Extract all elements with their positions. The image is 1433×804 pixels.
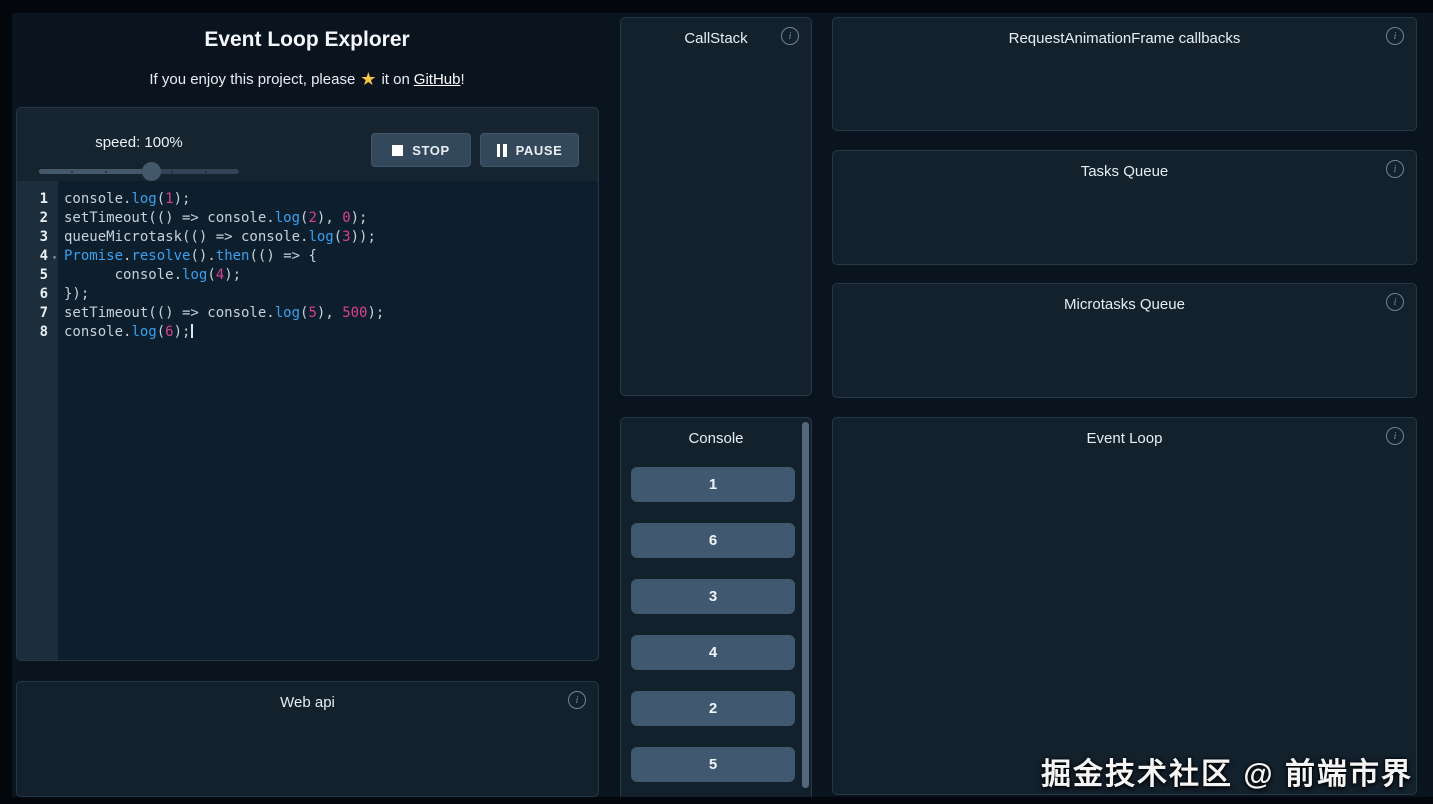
info-icon[interactable]: i <box>1386 427 1404 445</box>
subtitle-prefix: If you enjoy this project, please <box>149 71 355 88</box>
slider-tick <box>105 171 107 173</box>
fold-arrow-icon[interactable]: ▾ <box>52 248 57 267</box>
text-caret <box>191 324 193 338</box>
header: Event Loop Explorer If you enjoy this pr… <box>14 28 600 90</box>
slider-tick <box>171 171 173 173</box>
window-edge-bottom <box>0 797 1433 804</box>
code-line: 1console.log(1); <box>17 190 598 209</box>
subtitle-suffix: ! <box>460 71 464 88</box>
line-number: 6 <box>17 285 58 304</box>
subtitle-mid: it on <box>381 71 409 88</box>
code-line: 2setTimeout(() => console.log(2), 0); <box>17 209 598 228</box>
console-log-item: 5 <box>631 747 795 782</box>
raf-panel: RequestAnimationFrame callbacks i <box>832 17 1417 131</box>
subtitle: If you enjoy this project, please ★ it on G… <box>14 69 600 90</box>
pause-icon <box>497 144 507 157</box>
code-line: 6}); <box>17 285 598 304</box>
code-editor[interactable]: 1console.log(1);2setTimeout(() => consol… <box>17 181 598 660</box>
line-number: 3 <box>17 228 58 247</box>
console-log-item: 2 <box>631 691 795 726</box>
stop-button-label: STOP <box>412 143 450 158</box>
raf-title: RequestAnimationFrame callbacks <box>833 18 1416 47</box>
stop-button[interactable]: STOP <box>371 133 471 167</box>
code-line: 8console.log(6); <box>17 323 598 342</box>
console-log-item: 6 <box>631 523 795 558</box>
eventloop-diagram <box>833 418 1416 794</box>
code-lines: 1console.log(1);2setTimeout(() => consol… <box>17 190 598 342</box>
code-line: 5 console.log(4); <box>17 266 598 285</box>
line-number: 5 <box>17 266 58 285</box>
info-icon[interactable]: i <box>781 27 799 45</box>
code-line: 4▾Promise.resolve().then(() => { <box>17 247 598 266</box>
code-line: 3queueMicrotask(() => console.log(3)); <box>17 228 598 247</box>
line-number: 8 <box>17 323 58 342</box>
webapi-panel: Web api i <box>16 681 599 797</box>
slider-tick <box>205 171 207 173</box>
info-icon[interactable]: i <box>1386 160 1404 178</box>
console-log-item: 3 <box>631 579 795 614</box>
console-panel: Console 1 6 3 4 2 5 <box>620 417 812 804</box>
line-number: 2 <box>17 209 58 228</box>
github-link[interactable]: GitHub <box>414 71 461 88</box>
controls-bar: speed: 100% STOP PAUSE <box>17 108 598 181</box>
window-edge-top <box>0 0 1433 13</box>
event-loop-explorer-app: Event Loop Explorer If you enjoy this pr… <box>0 0 1433 804</box>
slider-tick <box>71 171 73 173</box>
info-icon[interactable]: i <box>1386 293 1404 311</box>
watermark: 掘金技术社区 @ 前端市界 <box>1041 749 1413 793</box>
info-icon[interactable]: i <box>568 691 586 709</box>
code-panel: speed: 100% STOP PAUSE 1console.log(1) <box>16 107 599 661</box>
line-number: 7 <box>17 304 58 323</box>
code-line: 7setTimeout(() => console.log(5), 500); <box>17 304 598 323</box>
eventloop-title: Event Loop <box>833 418 1416 447</box>
microtasks-queue-panel: Microtasks Queue i <box>832 283 1417 398</box>
speed-slider-thumb[interactable] <box>142 162 161 181</box>
line-number: 4▾ <box>17 247 58 266</box>
eventloop-panel: Event Loop i <box>832 417 1417 795</box>
console-log-item: 1 <box>631 467 795 502</box>
tasks-queue-title: Tasks Queue <box>833 151 1416 180</box>
tasks-queue-panel: Tasks Queue i <box>832 150 1417 265</box>
webapi-title: Web api <box>17 682 598 711</box>
speed-slider-fill <box>39 169 151 174</box>
pause-button[interactable]: PAUSE <box>480 133 579 167</box>
speed-label: speed: 100% <box>17 134 261 151</box>
star-icon: ★ <box>360 69 376 89</box>
stop-icon <box>392 145 403 156</box>
microtasks-queue-title: Microtasks Queue <box>833 284 1416 313</box>
page-title: Event Loop Explorer <box>14 28 600 52</box>
speed-slider[interactable] <box>39 162 239 180</box>
console-logs: 1 6 3 4 2 5 <box>631 467 795 803</box>
console-log-item: 4 <box>631 635 795 670</box>
console-title: Console <box>621 418 811 447</box>
callstack-panel: CallStack i <box>620 17 812 396</box>
console-scrollbar[interactable] <box>802 422 809 788</box>
pause-button-label: PAUSE <box>516 143 563 158</box>
window-edge-left <box>0 0 12 804</box>
info-icon[interactable]: i <box>1386 27 1404 45</box>
line-number: 1 <box>17 190 58 209</box>
